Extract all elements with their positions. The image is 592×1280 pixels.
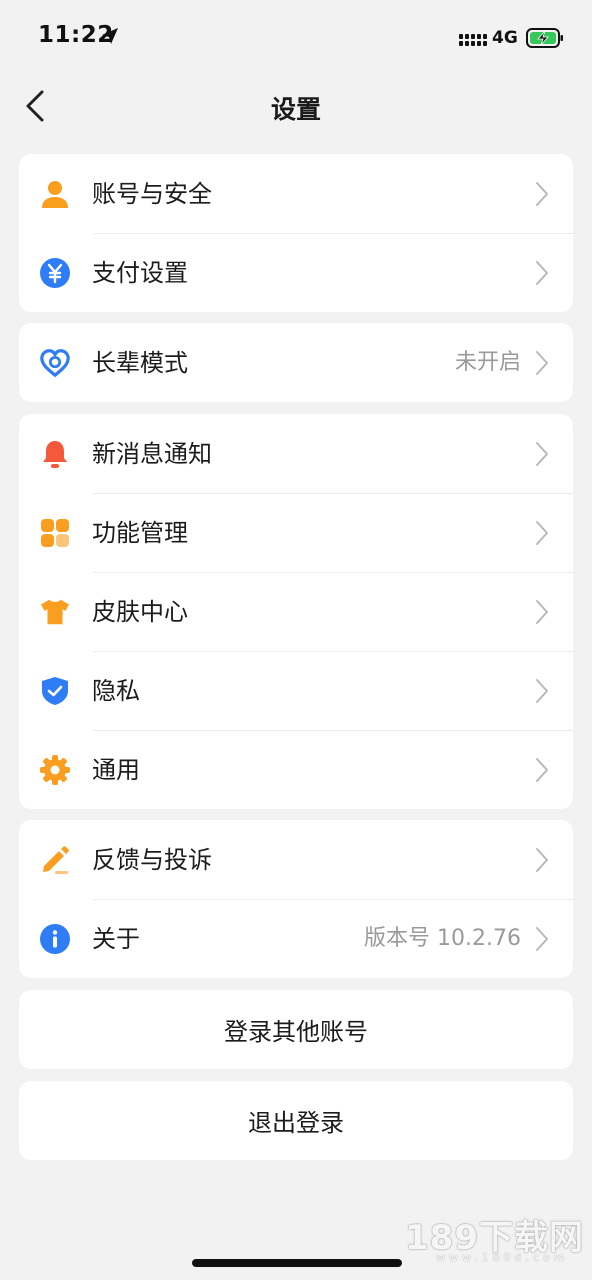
nav-bar: 设置 [0, 72, 592, 138]
bell-icon [39, 438, 71, 470]
info-icon [39, 923, 71, 955]
settings-item-label: 皮肤中心 [92, 598, 188, 626]
settings-group-elder: 长辈模式 未开启 [19, 323, 573, 402]
settings-item-account-security[interactable]: 账号与安全 [19, 154, 573, 233]
user-icon [39, 178, 71, 210]
settings-item-privacy[interactable]: 隐私 [19, 651, 573, 730]
settings-item-about[interactable]: 关于 版本号 10.2.76 [19, 899, 573, 978]
chevron-right-icon [536, 261, 548, 285]
home-indicator[interactable] [192, 1259, 402, 1267]
settings-item-label: 功能管理 [92, 519, 188, 547]
settings-item-label: 隐私 [92, 677, 140, 705]
settings-item-skin-center[interactable]: 皮肤中心 [19, 572, 573, 651]
settings-item-label: 新消息通知 [92, 440, 212, 468]
chevron-right-icon [536, 521, 548, 545]
settings-item-label: 关于 [92, 925, 140, 953]
settings-item-label: 通用 [92, 756, 140, 784]
gear-icon [39, 754, 71, 786]
settings-item-label: 账号与安全 [92, 180, 212, 208]
settings-group-support: 反馈与投诉 关于 版本号 10.2.76 [19, 820, 573, 978]
settings-item-label: 反馈与投诉 [92, 846, 212, 874]
settings-item-elder-mode[interactable]: 长辈模式 未开启 [19, 323, 573, 402]
grid-icon [39, 517, 71, 549]
shield-check-icon [39, 675, 71, 707]
version-value: 版本号 10.2.76 [364, 926, 521, 951]
switch-account-button[interactable]: 登录其他账号 [19, 990, 573, 1069]
settings-item-feature-management[interactable]: 功能管理 [19, 493, 573, 572]
settings-item-notifications[interactable]: 新消息通知 [19, 414, 573, 493]
settings-item-label: 长辈模式 [92, 349, 188, 377]
chevron-right-icon [536, 848, 548, 872]
chevron-right-icon [536, 927, 548, 951]
watermark-url: www.189d.com [436, 1251, 569, 1264]
pencil-icon [39, 844, 71, 876]
settings-item-value: 未开启 [454, 350, 521, 375]
heart-icon [39, 347, 71, 379]
settings-group-general: 新消息通知 功能管理 皮肤中心 隐私 通用 [19, 414, 573, 809]
chevron-right-icon [536, 442, 548, 466]
cellular-signal-icon [459, 30, 487, 52]
settings-item-label: 支付设置 [92, 259, 188, 287]
settings-item-payment[interactable]: 支付设置 [19, 233, 573, 312]
settings-group-account: 账号与安全 支付设置 [19, 154, 573, 312]
chevron-right-icon [536, 758, 548, 782]
chevron-right-icon [536, 351, 548, 375]
settings-item-feedback[interactable]: 反馈与投诉 [19, 820, 573, 899]
yuan-coin-icon [39, 257, 71, 289]
page-title: 设置 [270, 95, 321, 124]
location-arrow-icon [100, 26, 120, 50]
logout-button[interactable]: 退出登录 [19, 1081, 573, 1160]
settings-item-general[interactable]: 通用 [19, 730, 573, 809]
network-type: 4G [492, 28, 518, 48]
battery-charging-icon [526, 27, 564, 53]
chevron-right-icon [536, 679, 548, 703]
chevron-right-icon [536, 182, 548, 206]
tshirt-icon [39, 596, 71, 628]
chevron-right-icon [536, 600, 548, 624]
status-bar: 11:22 4G [0, 0, 592, 72]
